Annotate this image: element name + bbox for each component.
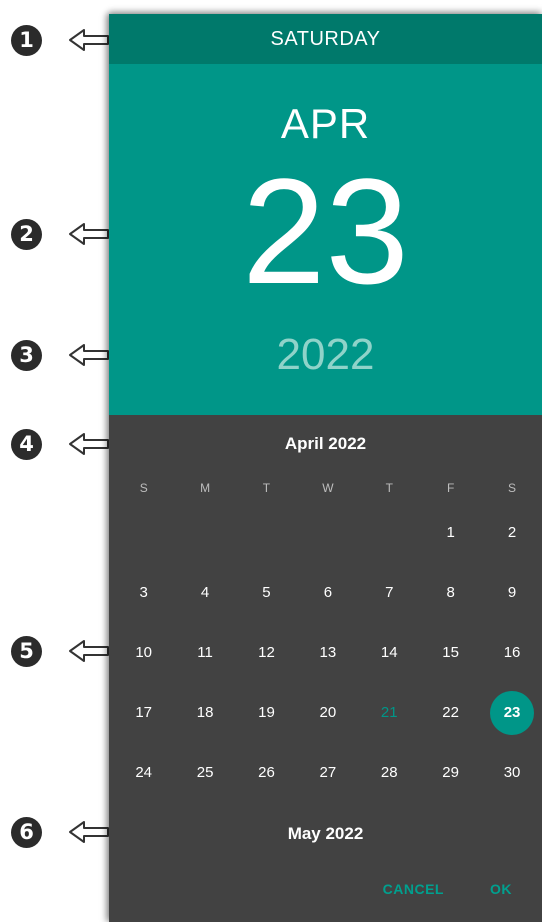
date-picker-dialog: SATURDAY APR 23 2022 April 2022 SMTWTFS … [109, 14, 542, 922]
selected-day-cell[interactable]: 23 [481, 691, 542, 735]
date-header: APR 23 2022 [109, 64, 542, 415]
annotation-5: 5 [0, 631, 109, 671]
day-cell[interactable]: 7 [359, 571, 420, 615]
day-cell[interactable]: 20 [297, 691, 358, 735]
cancel-button[interactable]: CANCEL [383, 881, 444, 897]
empty-day-cell [236, 511, 297, 555]
weekday-label: F [446, 481, 455, 495]
week-row: 17 18 19 20 21 22 23 [113, 691, 542, 735]
annotation-badge: 5 [11, 635, 42, 667]
next-month-title: May 2022 [287, 824, 364, 843]
day-cell[interactable]: 1 [420, 511, 481, 555]
annotation-2: 2 [0, 214, 109, 254]
day-cell[interactable]: 29 [420, 751, 481, 795]
annotation-4: 4 [0, 424, 109, 464]
day-of-week-bar: SATURDAY [109, 14, 542, 64]
dialog-actions: CANCEL OK [383, 881, 512, 897]
annotation-badge: 3 [11, 339, 42, 371]
day-cell[interactable]: 15 [420, 631, 481, 675]
weekday-label: W [322, 481, 334, 495]
left-arrow-icon [69, 223, 109, 245]
day-cell[interactable]: 6 [297, 571, 358, 615]
weekday-label: S [139, 481, 148, 495]
annotation-badge: 4 [11, 428, 42, 460]
annotation-1: 1 [0, 20, 109, 60]
day-cell[interactable]: 12 [236, 631, 297, 675]
month-title: April 2022 [284, 434, 367, 453]
week-row: 24 25 26 27 28 29 30 [113, 751, 542, 795]
ok-button[interactable]: OK [490, 881, 512, 897]
left-arrow-icon [69, 821, 109, 843]
day-cell[interactable]: 5 [236, 571, 297, 615]
day-cell[interactable]: 13 [297, 631, 358, 675]
header-day[interactable]: 23 [109, 156, 542, 306]
day-cell[interactable]: 19 [236, 691, 297, 735]
day-cell[interactable]: 16 [481, 631, 542, 675]
weekday-label: T [262, 481, 271, 495]
day-cell[interactable]: 14 [359, 631, 420, 675]
left-arrow-icon [69, 433, 109, 455]
day-cell[interactable]: 18 [174, 691, 235, 735]
day-cell[interactable]: 30 [481, 751, 542, 795]
day-cell[interactable]: 17 [113, 691, 174, 735]
day-cell[interactable]: 24 [113, 751, 174, 795]
day-cell[interactable]: 26 [236, 751, 297, 795]
empty-day-cell [113, 511, 174, 555]
today-day-cell[interactable]: 21 [359, 691, 420, 735]
header-year[interactable]: 2022 [109, 330, 542, 380]
day-cell[interactable]: 10 [113, 631, 174, 675]
day-cell[interactable]: 11 [174, 631, 235, 675]
day-cell[interactable]: 2 [481, 511, 542, 555]
weekday-label: M [200, 481, 211, 495]
annotation-badge: 1 [11, 24, 42, 56]
weekday-header-row: SMTWTFS [113, 481, 542, 495]
day-cell[interactable]: 8 [420, 571, 481, 615]
weekday-label: T [385, 481, 393, 495]
week-row: 12 [113, 511, 542, 555]
day-cell[interactable]: 3 [113, 571, 174, 615]
day-cell[interactable]: 27 [297, 751, 358, 795]
header-month[interactable]: APR [109, 100, 542, 148]
day-cell[interactable]: 22 [420, 691, 481, 735]
week-row: 3456789 [113, 571, 542, 615]
empty-day-cell [297, 511, 358, 555]
annotation-3: 3 [0, 335, 109, 375]
weekday-label: S [508, 481, 517, 495]
day-number: 23 [503, 704, 521, 721]
left-arrow-icon [69, 640, 109, 662]
calendar-grid: April 2022 SMTWTFS 1 2 3 4 5 6 7 8 9 10 11 12 13 14 15… [109, 415, 542, 922]
day-cell[interactable]: 9 [481, 571, 542, 615]
annotation-badge: 2 [11, 218, 42, 250]
empty-day-cell [359, 511, 420, 555]
empty-day-cell [174, 511, 235, 555]
annotation-badge: 6 [11, 816, 42, 848]
day-cell[interactable]: 28 [359, 751, 420, 795]
day-of-week-label: SATURDAY [270, 27, 381, 50]
annotation-6: 6 [0, 812, 109, 852]
week-row: 10 11 12 13 14 15 16 [113, 631, 542, 675]
day-cell[interactable]: 4 [174, 571, 235, 615]
left-arrow-icon [69, 344, 109, 366]
day-cell[interactable]: 25 [174, 751, 235, 795]
left-arrow-icon [69, 29, 109, 51]
